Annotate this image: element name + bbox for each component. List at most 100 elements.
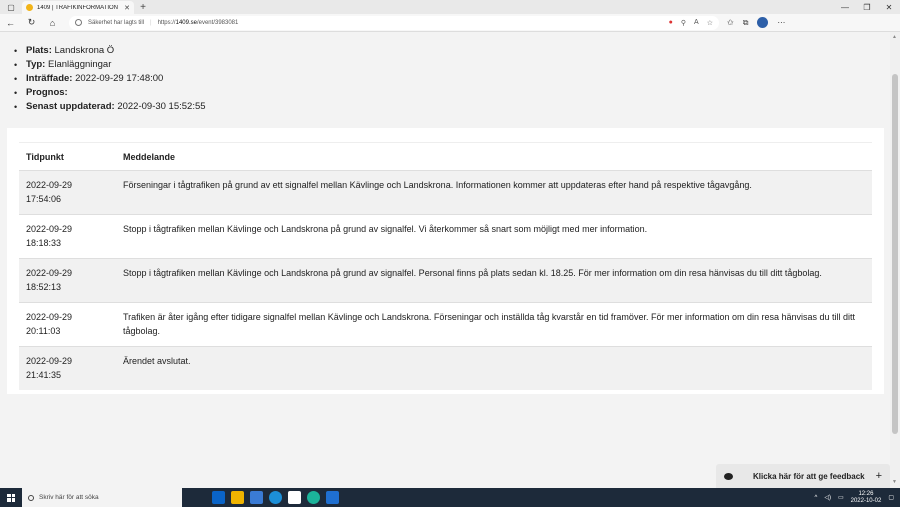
outlook-icon[interactable] — [212, 491, 225, 504]
row-date: 2022-09-29 — [26, 180, 73, 190]
minimize-icon[interactable]: — — [834, 3, 856, 12]
plats-value: Landskrona Ö — [54, 45, 115, 56]
home-icon[interactable]: ⌂ — [42, 18, 63, 28]
internet-explorer-icon[interactable] — [269, 491, 282, 504]
url-text[interactable]: https://1409.se/event/3983081 — [158, 20, 239, 26]
windows-taskbar: Skriv här för att söka ^ ◁) ▭ 12:26 2022… — [0, 488, 900, 507]
feedback-button[interactable]: Klicka här för att ge feedback + — [716, 464, 890, 488]
more-menu-icon[interactable]: ⋯ — [777, 18, 785, 27]
read-aloud-icon[interactable]: A — [694, 19, 699, 27]
row-time: 21:41:35 — [26, 370, 62, 380]
address-bar[interactable]: Säkerhet har lagts till | https://1409.s… — [69, 15, 719, 30]
feedback-label: Klicka här för att ge feedback — [753, 471, 865, 481]
search-placeholder: Skriv här för att söka — [39, 494, 99, 501]
profile-avatar[interactable] — [757, 17, 769, 28]
detail-plats: Plats: Landskrona Ö — [14, 44, 206, 58]
row-message: Stopp i tågtrafiken mellan Kävlinge och … — [116, 214, 872, 259]
favorites-icon[interactable]: ✩ — [727, 18, 734, 27]
column-header-meddelande: Meddelande — [116, 142, 872, 171]
url-prefix: https:// — [157, 19, 176, 26]
row-message: Trafiken är åter igång efter tidigare si… — [116, 302, 872, 347]
tab-title: 1409 | TRAFIKINFORMATION — [37, 4, 119, 11]
plats-label: Plats: — [26, 45, 52, 56]
site-favicon-icon — [26, 4, 33, 11]
intraffade-label: Inträffade: — [26, 73, 73, 84]
tray-arrow-icon[interactable]: ^ — [815, 495, 818, 501]
row-message: Förseningar i tågtrafiken på grund av et… — [116, 170, 872, 215]
address-bar-icons: ● ⚲ A ☆ — [669, 19, 713, 27]
row-timestamp: 2022-09-29 18:18:33 — [19, 214, 116, 259]
scrollbar-thumb[interactable] — [892, 74, 898, 434]
windows-logo-icon — [7, 493, 15, 502]
edge-icon[interactable] — [307, 491, 320, 504]
row-message: Ärendet avslutat. — [116, 346, 872, 390]
row-time: 17:54:06 — [26, 194, 62, 204]
close-tab-icon[interactable]: ✕ — [124, 4, 130, 12]
table-header-row: Tidpunkt Meddelande — [19, 142, 872, 171]
close-window-icon[interactable]: ✕ — [878, 3, 900, 12]
store-icon[interactable] — [250, 491, 263, 504]
taskbar-search[interactable]: Skriv här för att söka — [22, 488, 182, 507]
url-domain: 1409.se — [175, 19, 197, 26]
zoom-icon[interactable]: ⚲ — [681, 19, 686, 27]
browser-tab[interactable]: 1409 | TRAFIKINFORMATION ✕ — [22, 0, 134, 15]
clock-date: 2022-10-02 — [850, 497, 882, 504]
row-date: 2022-09-29 — [26, 224, 73, 234]
amazon-icon[interactable] — [288, 491, 301, 504]
prognos-label: Prognos: — [26, 87, 68, 98]
url-path: /event/3983081 — [196, 19, 239, 26]
volume-icon[interactable]: ◁) — [824, 494, 831, 501]
chat-bubble-icon — [724, 472, 733, 480]
page-content: Plats: Landskrona Ö Typ: Elanläggningar … — [0, 32, 890, 488]
table-row: 2022-09-29 17:54:06 Förseningar i tågtraf… — [19, 170, 872, 215]
typ-value: Elanläggningar — [48, 59, 112, 70]
scroll-up-icon[interactable]: ▲ — [892, 34, 897, 40]
security-shield-icon[interactable] — [75, 19, 82, 26]
row-time: 18:18:33 — [26, 238, 62, 248]
table-row: 2022-09-29 20:11:03 Trafiken är åter igån… — [19, 302, 872, 347]
security-text: Säkerhet har lagts till — [88, 19, 145, 26]
file-explorer-icon[interactable] — [231, 491, 244, 504]
uppdaterad-label: Senast uppdaterad: — [26, 101, 115, 112]
messages-card: Tidpunkt Meddelande 2022-09-29 17:54:06 F… — [7, 128, 884, 394]
detail-uppdaterad: Senast uppdaterad: 2022-09-30 15:52:55 — [14, 100, 206, 114]
mail-icon[interactable] — [326, 491, 339, 504]
table-row: 2022-09-29 18:18:33 Stopp i tågtrafiken m… — [19, 214, 872, 259]
collections-icon[interactable]: ⧉ — [743, 18, 749, 28]
refresh-icon[interactable]: ↻ — [21, 17, 42, 28]
column-header-tidpunkt: Tidpunkt — [19, 142, 116, 171]
notifications-icon[interactable]: ▢ — [888, 494, 894, 501]
clock-time: 12:26 — [858, 490, 874, 497]
uppdaterad-value: 2022-09-30 15:52:55 — [117, 101, 206, 112]
new-tab-icon[interactable]: + — [134, 2, 152, 13]
back-icon[interactable]: ← — [0, 18, 21, 28]
row-date: 2022-09-29 — [26, 312, 73, 322]
tab-actions-icon[interactable]: ▢ — [0, 0, 22, 14]
page-scrollbar[interactable]: ▲ ▼ — [890, 32, 900, 488]
event-details: Plats: Landskrona Ö Typ: Elanläggningar … — [14, 44, 206, 114]
row-time: 20:11:03 — [26, 326, 61, 336]
start-button[interactable] — [0, 488, 22, 507]
favorite-star-icon[interactable]: ☆ — [707, 19, 713, 27]
row-date: 2022-09-29 — [26, 268, 73, 278]
row-timestamp: 2022-09-29 20:11:03 — [19, 302, 116, 347]
expand-plus-icon: + — [875, 470, 882, 482]
detail-prognos: Prognos: — [14, 86, 206, 100]
clock[interactable]: 12:26 2022-10-02 — [851, 491, 882, 505]
messages-table: Tidpunkt Meddelande 2022-09-29 17:54:06 F… — [19, 142, 872, 390]
scroll-down-icon[interactable]: ▼ — [892, 479, 897, 485]
table-row: 2022-09-29 21:41:35 Ärendet avslutat. — [19, 346, 872, 390]
row-date: 2022-09-29 — [26, 356, 73, 366]
row-message: Stopp i tågtrafiken mellan Kävlinge och … — [116, 258, 872, 303]
restore-icon[interactable]: ❐ — [856, 3, 878, 12]
window-controls: — ❐ ✕ — [834, 3, 900, 12]
table-row: 2022-09-29 18:52:13 Stopp i tågtrafiken m… — [19, 258, 872, 303]
search-icon — [28, 494, 34, 501]
row-timestamp: 2022-09-29 17:54:06 — [19, 170, 116, 215]
row-time: 18:52:13 — [26, 282, 62, 292]
tracking-prevention-icon[interactable]: ● — [669, 19, 673, 27]
detail-intraffade: Inträffade: 2022-09-29 17:48:00 — [14, 72, 206, 86]
network-icon[interactable]: ▭ — [838, 494, 844, 501]
address-bar-row: ← ↻ ⌂ Säkerhet har lagts till | https://… — [0, 14, 900, 32]
detail-typ: Typ: Elanläggningar — [14, 58, 206, 72]
